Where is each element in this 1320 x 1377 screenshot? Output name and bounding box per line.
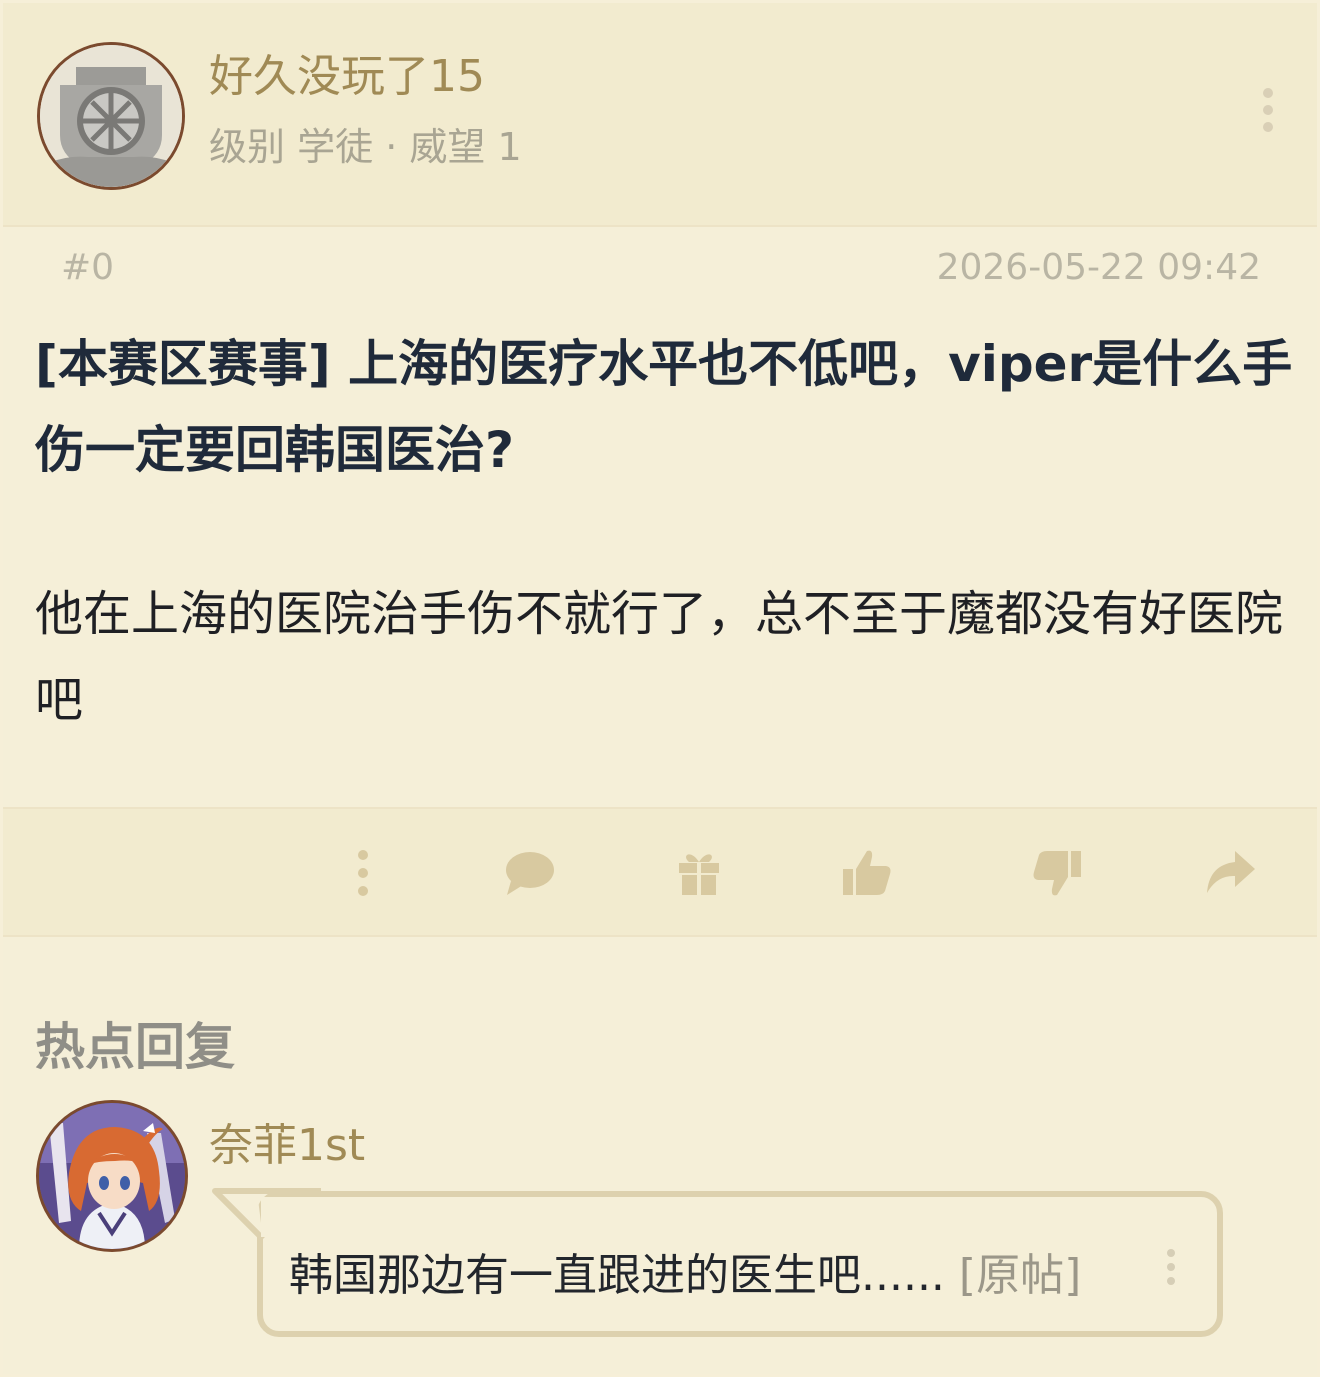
thumbs-down-icon[interactable]	[1029, 845, 1085, 901]
action-bar	[3, 809, 1317, 937]
floor-number: #0	[61, 247, 115, 288]
level-value: 学徒	[297, 125, 374, 169]
comment-icon[interactable]	[501, 845, 557, 901]
level-label: 级别	[209, 125, 286, 169]
post-page: 好久没玩了15 级别 学徒 · 威望 1 #0 2026-05-22 09:42…	[3, 3, 1317, 1374]
diving-helmet-icon	[40, 45, 182, 187]
reply-more-icon[interactable]	[1159, 1243, 1183, 1293]
reply-text: 韩国那边有一直跟进的医生吧...... [原帖]	[289, 1239, 1081, 1303]
more-options-icon[interactable]	[1253, 85, 1283, 135]
divider	[3, 935, 1317, 937]
post-title: [本赛区赛事] 上海的医疗水平也不低吧，viper是什么手伤一定要回韩国医治?	[35, 335, 1293, 479]
post-content: 他在上海的医院治手伤不就行了，总不至于魔都没有好医院吧	[35, 586, 1284, 728]
post-header: 好久没玩了15 级别 学徒 · 威望 1	[3, 3, 1317, 225]
prestige-label: 威望	[409, 125, 486, 169]
more-vertical-icon[interactable]	[335, 845, 391, 901]
share-icon[interactable]	[1203, 845, 1259, 901]
hot-replies-heading: 热点回复	[35, 1018, 235, 1076]
prestige-value: 1	[497, 125, 522, 169]
author-name[interactable]: 好久没玩了15	[209, 47, 485, 107]
reply-content: 韩国那边有一直跟进的医生吧......	[289, 1250, 945, 1301]
info-separator: ·	[385, 125, 398, 169]
author-info: 级别 学徒 · 威望 1	[209, 121, 522, 173]
anime-girl-icon	[39, 1103, 185, 1249]
reply-author-name[interactable]: 奈菲1st	[209, 1109, 365, 1173]
gift-icon[interactable]	[671, 845, 727, 901]
post-date: 2026-05-22 09:42	[936, 247, 1261, 288]
author-avatar[interactable]	[37, 42, 185, 190]
thumbs-up-icon[interactable]	[839, 845, 895, 901]
divider	[3, 225, 1317, 227]
reply-author-avatar[interactable]	[36, 1100, 188, 1252]
original-post-link[interactable]: [原帖]	[959, 1250, 1081, 1301]
